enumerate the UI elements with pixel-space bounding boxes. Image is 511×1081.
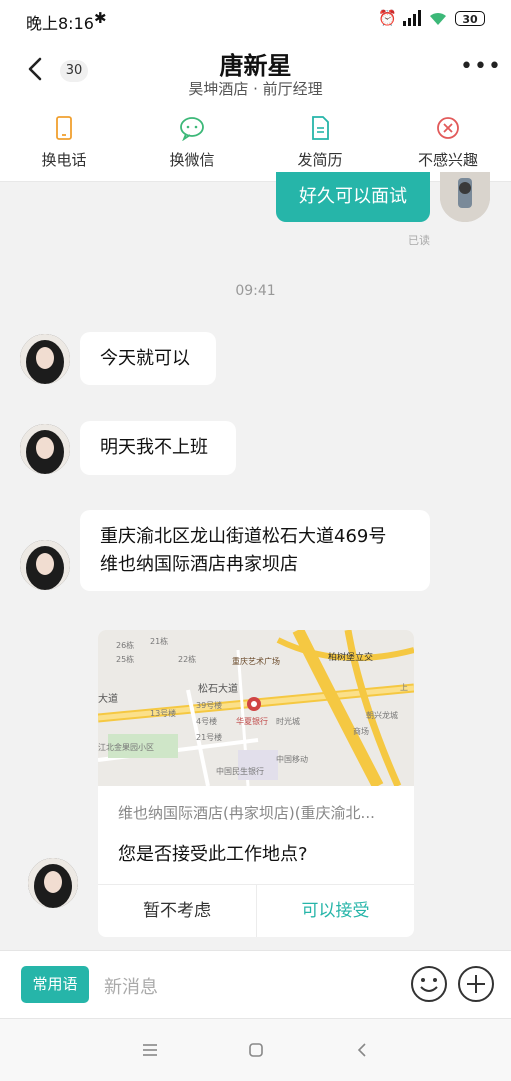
map-thumbnail[interactable]: 26栋 25栋 21栋 22栋 重庆艺术广场 柏树堡立交 大道 松石大道 39号… — [98, 630, 414, 786]
map-label: 大道 — [98, 692, 118, 705]
sent-message: 好久可以面试 — [276, 172, 430, 222]
map-label: 商场 — [353, 726, 369, 736]
map-label: 4号楼 — [196, 716, 217, 726]
phrases-button[interactable]: 常用语 — [21, 966, 89, 1003]
map-label: 21号楼 — [196, 732, 222, 742]
battery-indicator: 30 — [455, 11, 485, 26]
map-label: 上 — [400, 683, 408, 692]
received-message: 明天我不上班 — [80, 421, 236, 475]
status-time: 晚上8:16 — [26, 14, 94, 33]
map-label: 柏树堡立交 — [328, 651, 373, 663]
swap-wechat-button[interactable]: 换微信 — [128, 105, 256, 181]
map-label: 重庆艺术广场 — [232, 656, 280, 666]
menu-icon[interactable] — [142, 1043, 158, 1057]
contact-avatar[interactable] — [20, 334, 70, 384]
map-label: 26栋 — [116, 640, 134, 650]
map-label: 39号楼 — [196, 700, 222, 710]
decline-location-button[interactable]: 暂不考虑 — [98, 885, 256, 937]
contact-avatar[interactable] — [20, 540, 70, 590]
contact-subtitle: 昊坤酒店 · 前厅经理 — [188, 80, 323, 98]
input-bar: 常用语 新消息 — [0, 950, 511, 1019]
map-label: 22栋 — [178, 654, 196, 664]
location-address: 维也纳国际酒店(冉家坝店)(重庆渝北... — [118, 804, 375, 822]
send-resume-button[interactable]: 发简历 — [256, 105, 384, 181]
accept-location-button[interactable]: 可以接受 — [257, 885, 414, 937]
timestamp: 09:41 — [235, 283, 276, 299]
map-label: 13号楼 — [150, 708, 176, 718]
wechat-icon — [180, 117, 204, 141]
location-question: 您是否接受此工作地点? — [118, 844, 308, 865]
home-icon[interactable] — [248, 1042, 264, 1058]
wifi-icon — [430, 12, 446, 25]
map-label: 25栋 — [116, 654, 134, 664]
nav-back-icon[interactable] — [355, 1042, 369, 1058]
swap-phone-label: 换电话 — [41, 151, 87, 169]
map-label: 朝兴龙城 — [366, 710, 398, 720]
my-avatar[interactable] — [440, 172, 490, 222]
location-card[interactable]: 26栋 25栋 21栋 22栋 重庆艺术广场 柏树堡立交 大道 松石大道 39号… — [98, 630, 414, 937]
map-label: 时光城 — [276, 716, 300, 726]
more-options-icon[interactable]: ••• — [460, 54, 502, 79]
read-status: 已读 — [408, 234, 430, 247]
contact-photo — [28, 858, 78, 908]
contact-photo — [20, 424, 70, 474]
system-nav-bar — [0, 1018, 511, 1081]
contact-avatar[interactable] — [28, 858, 78, 908]
action-bar: 换电话 换微信 发简历 不感兴趣 — [0, 105, 511, 182]
phone-icon — [56, 116, 72, 140]
emoji-icon[interactable] — [410, 965, 448, 1003]
map-label: 华夏银行 — [236, 716, 268, 726]
received-message: 今天就可以 — [80, 332, 216, 385]
contact-avatar[interactable] — [20, 424, 70, 474]
not-interested-button[interactable]: 不感兴趣 — [384, 105, 511, 181]
bluetooth-icon: ✱ — [94, 9, 107, 27]
map-label: 江北金果园小区 — [98, 742, 154, 752]
resume-icon — [312, 116, 329, 140]
contact-photo — [20, 334, 70, 384]
user-photo — [440, 172, 490, 222]
chat-header: 30 唐新星 昊坤酒店 · 前厅经理 ••• — [0, 40, 511, 105]
status-bar: 晚上8:16 ✱ ⏰ 30 — [0, 0, 511, 40]
swap-wechat-label: 换微信 — [169, 151, 215, 169]
received-address-message: 重庆渝北区龙山街道松石大道469号 维也纳国际酒店冉家坝店 — [80, 510, 430, 591]
not-interested-label: 不感兴趣 — [417, 151, 478, 169]
address-line-2: 维也纳国际酒店冉家坝店 — [100, 554, 298, 575]
alarm-icon: ⏰ — [378, 9, 397, 27]
map-label: 松石大道 — [198, 682, 238, 695]
send-resume-label: 发简历 — [297, 151, 343, 169]
map-label: 中国民生银行 — [216, 766, 264, 776]
swap-phone-button[interactable]: 换电话 — [0, 105, 128, 181]
map-label: 21栋 — [150, 636, 168, 646]
map-label: 中国移动 — [276, 754, 308, 764]
contact-name: 唐新星 — [219, 52, 292, 80]
address-line-1: 重庆渝北区龙山街道松石大道469号 — [100, 526, 387, 547]
plus-icon[interactable] — [457, 965, 495, 1003]
signal-icon — [403, 10, 421, 26]
contact-photo — [20, 540, 70, 590]
not-interested-icon — [437, 117, 459, 139]
message-input[interactable]: 新消息 — [104, 973, 158, 999]
